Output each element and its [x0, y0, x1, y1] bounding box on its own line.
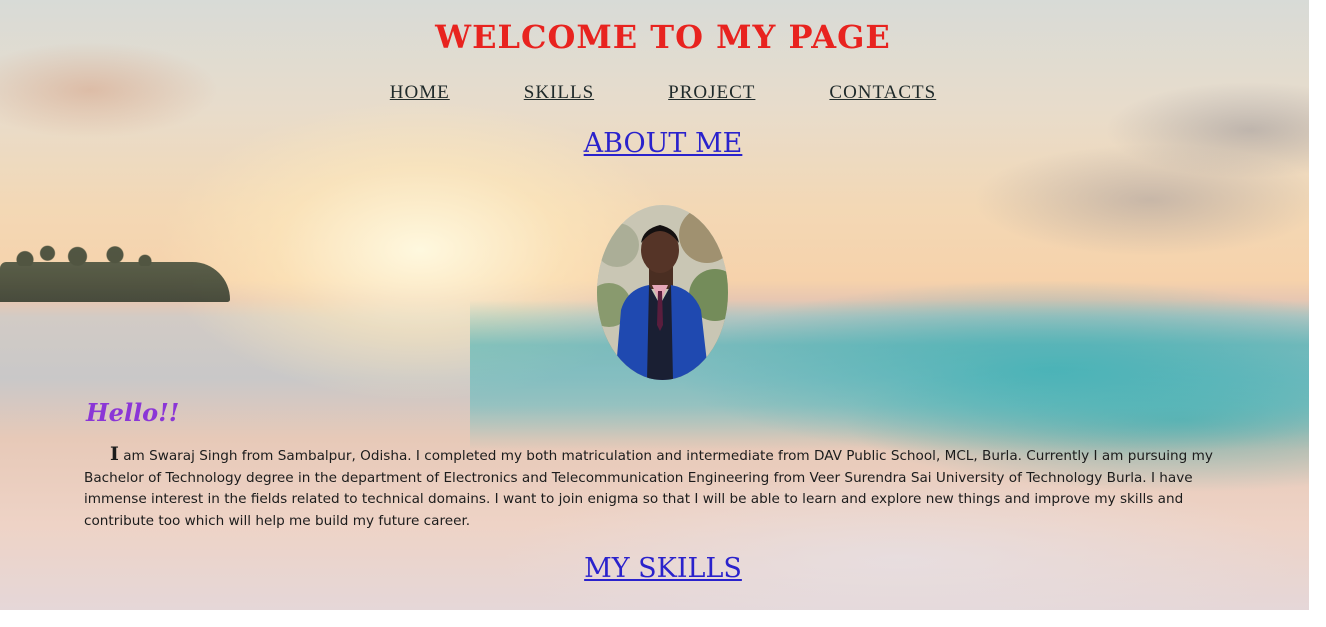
my-skills-heading[interactable]: MY SKILLS — [0, 553, 1326, 584]
about-me-heading[interactable]: ABOUT ME — [0, 128, 1326, 159]
bio-paragraph: I am Swaraj Singh from Sambalpur, Odisha… — [84, 443, 1230, 532]
bio-first-letter: I — [110, 443, 119, 465]
greeting-heading: Hello!! — [86, 398, 180, 427]
background-sea — [470, 300, 1309, 450]
my-skills-heading-text[interactable]: MY SKILLS — [584, 553, 742, 584]
main-nav: HOME SKILLS PROJECT CONTACTS — [0, 82, 1326, 104]
bio-text: am Swaraj Singh from Sambalpur, Odisha. … — [84, 448, 1213, 529]
page-title: WELCOME TO MY PAGE — [435, 18, 891, 56]
nav-skills-link[interactable]: SKILLS — [524, 82, 594, 104]
profile-photo — [597, 205, 728, 380]
nav-contacts-link[interactable]: CONTACTS — [829, 82, 936, 104]
nav-project-link[interactable]: PROJECT — [668, 82, 755, 104]
about-me-heading-text[interactable]: ABOUT ME — [584, 128, 743, 159]
background-island — [0, 234, 230, 302]
nav-home-link[interactable]: HOME — [390, 82, 450, 104]
